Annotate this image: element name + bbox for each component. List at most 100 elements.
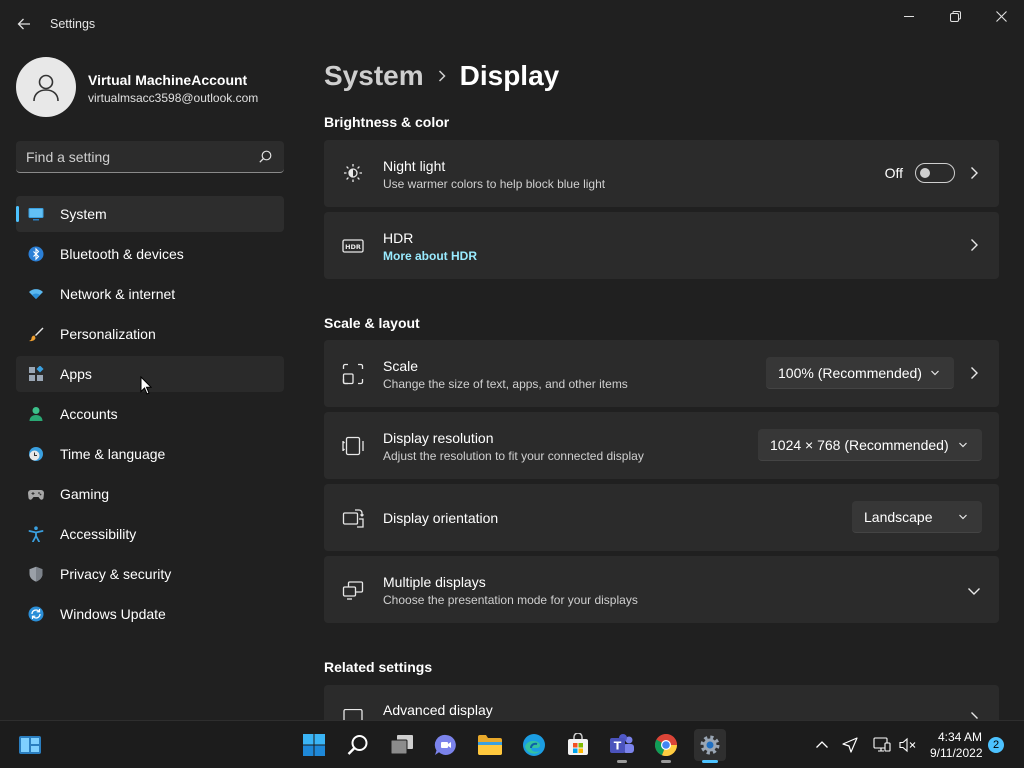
back-button[interactable] xyxy=(12,12,36,36)
hdr-card[interactable]: HDR HDR More about HDR xyxy=(324,212,999,279)
store-button[interactable] xyxy=(562,729,594,761)
chevron-down-icon[interactable] xyxy=(967,584,981,598)
resolution-dropdown[interactable]: 1024 × 768 (Recommended) xyxy=(758,429,982,461)
account-name: Virtual MachineAccount xyxy=(88,72,248,88)
chevron-up-icon xyxy=(816,741,828,748)
restore-icon xyxy=(949,10,961,22)
night-light-toggle[interactable] xyxy=(915,163,955,183)
orientation-title: Display orientation xyxy=(383,510,499,526)
sidebar-item-windows-update[interactable]: Windows Update xyxy=(16,596,284,632)
resolution-card[interactable]: Display resolution Adjust the resolution… xyxy=(324,412,999,479)
section-title-related: Related settings xyxy=(324,659,433,675)
settings-taskbar-button[interactable] xyxy=(694,729,726,763)
resolution-title: Display resolution xyxy=(383,430,494,446)
night-light-subtitle: Use warmer colors to help block blue lig… xyxy=(383,177,606,191)
chevron-right-icon xyxy=(971,712,978,719)
svg-text:T: T xyxy=(614,740,622,753)
sidebar-item-label: Gaming xyxy=(60,486,110,502)
scale-card[interactable]: Scale Change the size of text, apps, and… xyxy=(324,340,999,407)
task-view-icon xyxy=(390,735,413,755)
hdr-title: HDR xyxy=(383,230,414,246)
chevron-right-icon xyxy=(971,239,978,251)
account-email: virtualmsacc3598@outlook.com xyxy=(88,91,259,105)
widgets-button[interactable] xyxy=(14,729,46,761)
multiple-displays-icon xyxy=(342,581,364,600)
gamepad-icon xyxy=(28,490,44,500)
sidebar-item-personalization[interactable]: Personalization xyxy=(16,316,284,352)
volume-muted-icon xyxy=(899,737,916,753)
avatar[interactable] xyxy=(16,57,76,117)
advanced-display-title: Advanced display xyxy=(383,702,493,718)
clock-date[interactable]: 9/11/2022 xyxy=(930,746,983,760)
sidebar-item-accessibility[interactable]: Accessibility xyxy=(16,516,284,552)
sidebar-item-privacy[interactable]: Privacy & security xyxy=(16,556,284,592)
close-button[interactable] xyxy=(978,4,1024,28)
sidebar-item-label: Privacy & security xyxy=(60,566,172,582)
hdr-link[interactable]: More about HDR xyxy=(383,249,477,263)
multiple-displays-subtitle: Choose the presentation mode for your di… xyxy=(383,593,638,607)
sidebar-item-network[interactable]: Network & internet xyxy=(16,276,284,312)
show-hidden-icons-button[interactable] xyxy=(812,735,832,755)
orientation-icon xyxy=(342,509,364,528)
folder-icon xyxy=(478,735,502,755)
apps-icon xyxy=(29,366,44,381)
sidebar-item-time-language[interactable]: Time & language xyxy=(16,436,284,472)
minimize-icon xyxy=(904,16,914,17)
multiple-displays-card[interactable]: Multiple displays Choose the presentatio… xyxy=(324,556,999,623)
sidebar-item-accounts[interactable]: Accounts xyxy=(16,396,284,432)
teams-button[interactable]: T xyxy=(606,729,638,763)
search-input[interactable] xyxy=(26,141,246,172)
night-light-icon xyxy=(344,164,362,182)
edge-button[interactable] xyxy=(518,729,550,761)
selected-indicator xyxy=(16,206,19,222)
start-button[interactable] xyxy=(298,729,330,761)
volume-tray-button[interactable] xyxy=(898,735,918,755)
network-tray-button[interactable] xyxy=(872,735,892,755)
minimize-button[interactable] xyxy=(886,4,932,28)
chat-button[interactable] xyxy=(430,729,462,761)
clock-time[interactable]: 4:34 AM xyxy=(930,730,982,744)
display-icon xyxy=(343,709,363,720)
night-light-card[interactable]: Night light Use warmer colors to help bl… xyxy=(324,140,999,207)
sidebar-item-label: Personalization xyxy=(60,326,156,342)
network-monitor-icon xyxy=(873,737,891,752)
advanced-display-card[interactable]: Advanced display xyxy=(324,685,999,720)
chevron-down-icon xyxy=(959,514,967,520)
title-bar: Settings xyxy=(0,0,1024,48)
search-box[interactable] xyxy=(16,141,284,173)
sidebar-item-label: Accounts xyxy=(60,406,118,422)
sidebar-item-label: Windows Update xyxy=(60,606,166,622)
person-avatar-icon xyxy=(33,74,59,102)
notification-badge[interactable]: 2 xyxy=(988,737,1004,753)
orientation-dropdown[interactable]: Landscape xyxy=(852,501,982,533)
breadcrumb-parent[interactable]: System xyxy=(324,60,424,92)
location-tray-button[interactable] xyxy=(840,735,860,755)
mouse-cursor-icon xyxy=(140,376,152,395)
sidebar-item-label: Apps xyxy=(60,366,92,382)
search-icon xyxy=(347,735,368,755)
windows-logo-icon xyxy=(303,734,325,756)
orientation-card[interactable]: Display orientation Landscape xyxy=(324,484,999,551)
resolution-subtitle: Adjust the resolution to fit your connec… xyxy=(383,449,644,463)
bluetooth-icon xyxy=(28,246,44,262)
running-indicator xyxy=(661,760,671,763)
sidebar-item-system[interactable]: System xyxy=(16,196,284,232)
maximize-button[interactable] xyxy=(932,4,978,28)
scale-dropdown[interactable]: 100% (Recommended) xyxy=(766,357,954,389)
chrome-button[interactable] xyxy=(650,729,682,763)
close-icon xyxy=(995,10,1007,22)
hdr-icon: HDR xyxy=(342,239,364,253)
person-icon xyxy=(29,407,43,421)
scale-dropdown-value: 100% (Recommended) xyxy=(778,365,922,381)
task-view-button[interactable] xyxy=(386,729,418,761)
toggle-knob xyxy=(920,168,930,178)
sidebar-item-bluetooth[interactable]: Bluetooth & devices xyxy=(16,236,284,272)
gear-icon xyxy=(700,735,720,755)
file-explorer-button[interactable] xyxy=(474,729,506,761)
sidebar-item-gaming[interactable]: Gaming xyxy=(16,476,284,512)
page-title: Display xyxy=(459,60,560,91)
search-icon[interactable] xyxy=(259,150,272,163)
section-title-scale-layout: Scale & layout xyxy=(324,315,420,331)
svg-text:HDR: HDR xyxy=(345,243,361,251)
taskbar-search-button[interactable] xyxy=(342,729,374,761)
